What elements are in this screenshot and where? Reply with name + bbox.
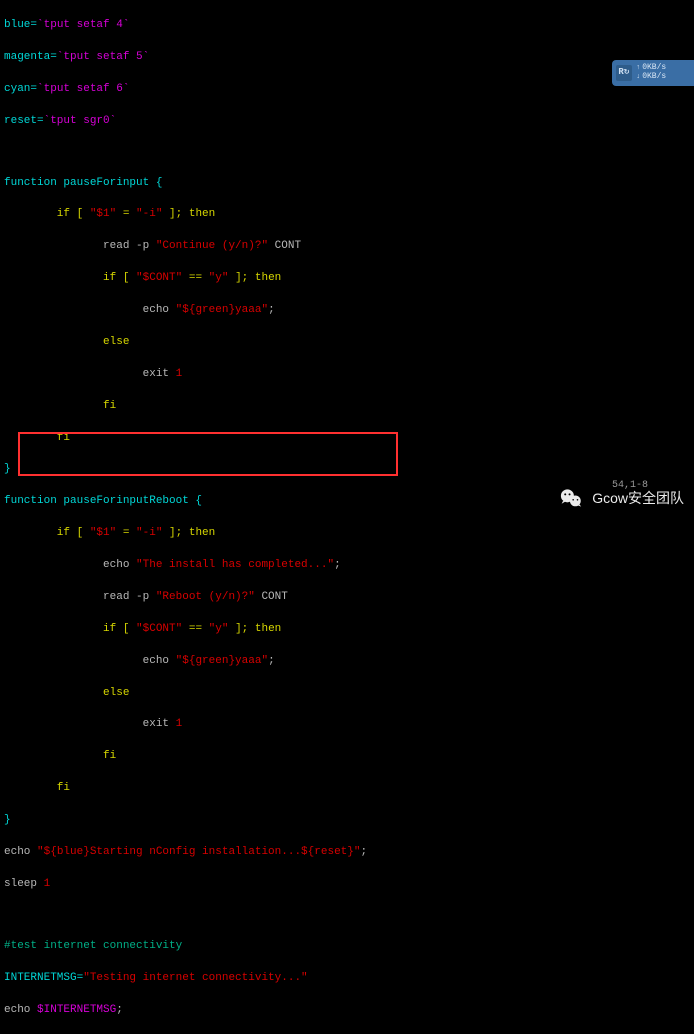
code-line: reset=`tput sgr0` [4, 114, 690, 130]
code-line: function pauseForinput { [4, 176, 690, 192]
code-line: if [ "$1" = "-i" ]; then [4, 207, 690, 223]
code-line: exit 1 [4, 367, 690, 383]
code-line: #test internet connectivity [4, 939, 690, 955]
code-line: if [ "$CONT" == "y" ]; then [4, 271, 690, 287]
terminal-code-view[interactable]: blue=`tput setaf 4` magenta=`tput setaf … [0, 0, 694, 1034]
watermark: Gcow安全团队 [558, 485, 684, 511]
network-speeds: ↑0KB/s ↓0KB/s [636, 64, 666, 82]
network-speed-widget[interactable]: R↻ ↑0KB/s ↓0KB/s [612, 60, 694, 86]
watermark-text: Gcow安全团队 [592, 488, 684, 508]
code-line: blue=`tput setaf 4` [4, 18, 690, 34]
code-line: fi [4, 399, 690, 415]
code-line: } [4, 462, 690, 478]
code-line: echo "${green}yaaa"; [4, 303, 690, 319]
code-line: sleep 1 [4, 877, 690, 893]
code-line: if [ "$CONT" == "y" ]; then [4, 622, 690, 638]
code-line: if [ "$1" = "-i" ]; then [4, 526, 690, 542]
code-line: echo "${blue}Starting nConfig installati… [4, 845, 690, 861]
upload-arrow-icon: ↑ [636, 65, 640, 73]
code-line: read -p "Continue (y/n)?" CONT [4, 239, 690, 255]
code-line: exit 1 [4, 717, 690, 733]
code-line: echo "${green}yaaa"; [4, 654, 690, 670]
network-icon: R↻ [616, 65, 632, 81]
code-line: else [4, 335, 690, 351]
code-line: read -p "Reboot (y/n)?" CONT [4, 590, 690, 606]
code-line: echo $INTERNETMSG; [4, 1003, 690, 1019]
code-line: fi [4, 749, 690, 765]
wechat-icon [558, 485, 584, 511]
download-arrow-icon: ↓ [636, 74, 640, 82]
code-line: fi [4, 431, 690, 447]
code-line: magenta=`tput setaf 5` [4, 50, 690, 66]
code-line: INTERNETMSG="Testing internet connectivi… [4, 971, 690, 987]
code-line: else [4, 686, 690, 702]
code-line: fi [4, 781, 690, 797]
code-line: cyan=`tput setaf 6` [4, 82, 690, 98]
code-line: } [4, 813, 690, 829]
code-line: echo "The install has completed..."; [4, 558, 690, 574]
